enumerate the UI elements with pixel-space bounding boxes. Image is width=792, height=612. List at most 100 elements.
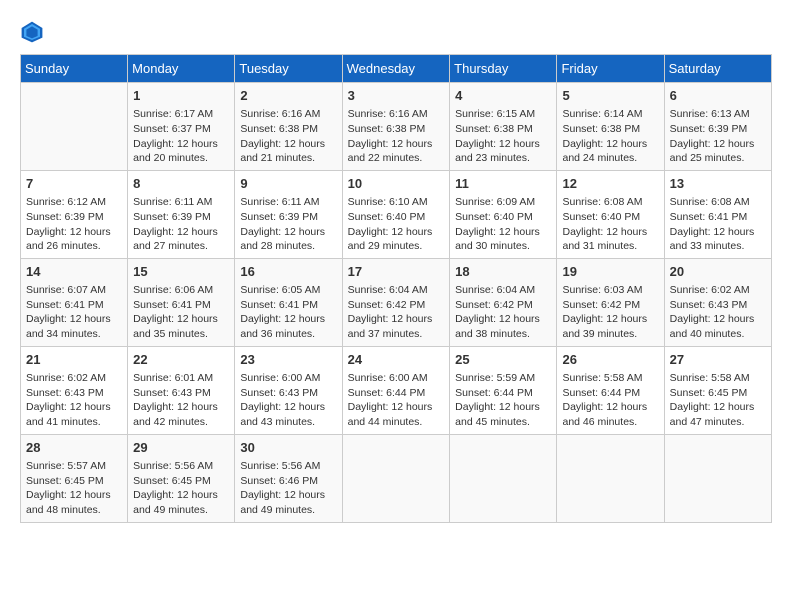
day-info: Sunrise: 6:03 AM Sunset: 6:42 PM Dayligh… bbox=[562, 283, 658, 342]
calendar-body: 1Sunrise: 6:17 AM Sunset: 6:37 PM Daylig… bbox=[21, 83, 772, 523]
day-number: 26 bbox=[562, 351, 658, 369]
day-number: 9 bbox=[240, 175, 336, 193]
calendar-cell: 6 Sunrise: 6:13 AM Sunset: 6:39 PM Daylig… bbox=[664, 83, 771, 171]
day-info: Sunrise: 6:15 AM Sunset: 6:38 PM Dayligh… bbox=[455, 107, 551, 166]
calendar-cell: 24 Sunrise: 6:00 AM Sunset: 6:44 PM Dayli… bbox=[342, 346, 450, 434]
day-info: Sunrise: 6:02 AM Sunset: 6:43 PM Dayligh… bbox=[670, 283, 766, 342]
day-of-week-header: Saturday bbox=[664, 55, 771, 83]
logo-icon bbox=[20, 20, 44, 44]
day-number: 11 bbox=[455, 175, 551, 193]
day-number: 4 bbox=[455, 87, 551, 105]
day-info: Sunrise: 5:59 AM Sunset: 6:44 PM Dayligh… bbox=[455, 371, 551, 430]
day-of-week-header: Thursday bbox=[450, 55, 557, 83]
day-info: Sunrise: 6:16 AM Sunset: 6:38 PM Dayligh… bbox=[240, 107, 336, 166]
day-number: 22 bbox=[133, 351, 229, 369]
calendar-cell: 29 Sunrise: 5:56 AM Sunset: 6:45 PM Dayli… bbox=[128, 434, 235, 522]
calendar-cell: 19Sunrise: 6:03 AM Sunset: 6:42 PM Dayli… bbox=[557, 258, 664, 346]
day-number: 17 bbox=[348, 263, 445, 281]
day-info: Sunrise: 6:13 AM Sunset: 6:39 PM Dayligh… bbox=[670, 107, 766, 166]
day-info: Sunrise: 6:04 AM Sunset: 6:42 PM Dayligh… bbox=[348, 283, 445, 342]
day-info: Sunrise: 6:02 AM Sunset: 6:43 PM Dayligh… bbox=[26, 371, 122, 430]
calendar-cell: 9 Sunrise: 6:11 AM Sunset: 6:39 PM Daylig… bbox=[235, 170, 342, 258]
day-of-week-header: Monday bbox=[128, 55, 235, 83]
calendar-cell: 10 Sunrise: 6:10 AM Sunset: 6:40 PM Dayli… bbox=[342, 170, 450, 258]
day-number: 1 bbox=[133, 87, 229, 105]
calendar-cell: 16 Sunrise: 6:05 AM Sunset: 6:41 PM Dayli… bbox=[235, 258, 342, 346]
day-info: Sunrise: 6:09 AM Sunset: 6:40 PM Dayligh… bbox=[455, 195, 551, 254]
calendar-week-row: 21 Sunrise: 6:02 AM Sunset: 6:43 PM Dayli… bbox=[21, 346, 772, 434]
day-number: 3 bbox=[348, 87, 445, 105]
calendar-header-row: SundayMondayTuesdayWednesdayThursdayFrid… bbox=[21, 55, 772, 83]
day-number: 25 bbox=[455, 351, 551, 369]
calendar-cell: 4 Sunrise: 6:15 AM Sunset: 6:38 PM Daylig… bbox=[450, 83, 557, 171]
calendar-cell: 14 Sunrise: 6:07 AM Sunset: 6:41 PM Dayli… bbox=[21, 258, 128, 346]
day-info: Sunrise: 5:58 AM Sunset: 6:45 PM Dayligh… bbox=[670, 371, 766, 430]
day-info: Sunrise: 6:00 AM Sunset: 6:43 PM Dayligh… bbox=[240, 371, 336, 430]
day-number: 8 bbox=[133, 175, 229, 193]
calendar-cell: 26 Sunrise: 5:58 AM Sunset: 6:44 PM Dayli… bbox=[557, 346, 664, 434]
day-of-week-header: Friday bbox=[557, 55, 664, 83]
day-number: 23 bbox=[240, 351, 336, 369]
day-info: Sunrise: 6:11 AM Sunset: 6:39 PM Dayligh… bbox=[240, 195, 336, 254]
calendar-cell: 20Sunrise: 6:02 AM Sunset: 6:43 PM Dayli… bbox=[664, 258, 771, 346]
calendar-table: SundayMondayTuesdayWednesdayThursdayFrid… bbox=[20, 54, 772, 523]
day-number: 21 bbox=[26, 351, 122, 369]
day-info: Sunrise: 5:58 AM Sunset: 6:44 PM Dayligh… bbox=[562, 371, 658, 430]
calendar-cell bbox=[450, 434, 557, 522]
day-info: Sunrise: 6:04 AM Sunset: 6:42 PM Dayligh… bbox=[455, 283, 551, 342]
day-number: 30 bbox=[240, 439, 336, 457]
day-number: 14 bbox=[26, 263, 122, 281]
day-info: Sunrise: 6:11 AM Sunset: 6:39 PM Dayligh… bbox=[133, 195, 229, 254]
calendar-cell: 25 Sunrise: 5:59 AM Sunset: 6:44 PM Dayli… bbox=[450, 346, 557, 434]
header bbox=[20, 20, 772, 44]
calendar-cell bbox=[342, 434, 450, 522]
day-number: 10 bbox=[348, 175, 445, 193]
calendar-cell: 11 Sunrise: 6:09 AM Sunset: 6:40 PM Dayli… bbox=[450, 170, 557, 258]
day-number: 24 bbox=[348, 351, 445, 369]
day-number: 29 bbox=[133, 439, 229, 457]
day-number: 6 bbox=[670, 87, 766, 105]
day-of-week-header: Wednesday bbox=[342, 55, 450, 83]
calendar-week-row: 28 Sunrise: 5:57 AM Sunset: 6:45 PM Dayli… bbox=[21, 434, 772, 522]
day-number: 13 bbox=[670, 175, 766, 193]
calendar-cell bbox=[664, 434, 771, 522]
day-info: Sunrise: 6:07 AM Sunset: 6:41 PM Dayligh… bbox=[26, 283, 122, 342]
calendar-week-row: 7Sunrise: 6:12 AM Sunset: 6:39 PM Daylig… bbox=[21, 170, 772, 258]
day-number: 12 bbox=[562, 175, 658, 193]
day-info: Sunrise: 6:14 AM Sunset: 6:38 PM Dayligh… bbox=[562, 107, 658, 166]
calendar-cell: 22 Sunrise: 6:01 AM Sunset: 6:43 PM Dayli… bbox=[128, 346, 235, 434]
calendar-cell: 3Sunrise: 6:16 AM Sunset: 6:38 PM Daylig… bbox=[342, 83, 450, 171]
day-number: 16 bbox=[240, 263, 336, 281]
calendar-cell: 23 Sunrise: 6:00 AM Sunset: 6:43 PM Dayli… bbox=[235, 346, 342, 434]
calendar-cell: 7Sunrise: 6:12 AM Sunset: 6:39 PM Daylig… bbox=[21, 170, 128, 258]
day-number: 5 bbox=[562, 87, 658, 105]
day-info: Sunrise: 5:56 AM Sunset: 6:45 PM Dayligh… bbox=[133, 459, 229, 518]
calendar-cell: 2 Sunrise: 6:16 AM Sunset: 6:38 PM Daylig… bbox=[235, 83, 342, 171]
day-info: Sunrise: 5:57 AM Sunset: 6:45 PM Dayligh… bbox=[26, 459, 122, 518]
calendar-cell: 1Sunrise: 6:17 AM Sunset: 6:37 PM Daylig… bbox=[128, 83, 235, 171]
day-info: Sunrise: 6:10 AM Sunset: 6:40 PM Dayligh… bbox=[348, 195, 445, 254]
calendar-cell: 12 Sunrise: 6:08 AM Sunset: 6:40 PM Dayli… bbox=[557, 170, 664, 258]
day-info: Sunrise: 6:08 AM Sunset: 6:40 PM Dayligh… bbox=[562, 195, 658, 254]
calendar-cell: 17 Sunrise: 6:04 AM Sunset: 6:42 PM Dayli… bbox=[342, 258, 450, 346]
day-info: Sunrise: 6:01 AM Sunset: 6:43 PM Dayligh… bbox=[133, 371, 229, 430]
calendar-cell bbox=[21, 83, 128, 171]
calendar-cell: 13 Sunrise: 6:08 AM Sunset: 6:41 PM Dayli… bbox=[664, 170, 771, 258]
day-number: 28 bbox=[26, 439, 122, 457]
logo bbox=[20, 20, 48, 44]
calendar-cell bbox=[557, 434, 664, 522]
calendar-cell: 18Sunrise: 6:04 AM Sunset: 6:42 PM Dayli… bbox=[450, 258, 557, 346]
day-info: Sunrise: 6:05 AM Sunset: 6:41 PM Dayligh… bbox=[240, 283, 336, 342]
day-number: 2 bbox=[240, 87, 336, 105]
day-info: Sunrise: 6:08 AM Sunset: 6:41 PM Dayligh… bbox=[670, 195, 766, 254]
day-info: Sunrise: 6:00 AM Sunset: 6:44 PM Dayligh… bbox=[348, 371, 445, 430]
day-of-week-header: Sunday bbox=[21, 55, 128, 83]
day-number: 15 bbox=[133, 263, 229, 281]
calendar-cell: 21 Sunrise: 6:02 AM Sunset: 6:43 PM Dayli… bbox=[21, 346, 128, 434]
day-info: Sunrise: 6:06 AM Sunset: 6:41 PM Dayligh… bbox=[133, 283, 229, 342]
calendar-cell: 8 Sunrise: 6:11 AM Sunset: 6:39 PM Daylig… bbox=[128, 170, 235, 258]
day-number: 7 bbox=[26, 175, 122, 193]
day-info: Sunrise: 5:56 AM Sunset: 6:46 PM Dayligh… bbox=[240, 459, 336, 518]
calendar-cell: 5 Sunrise: 6:14 AM Sunset: 6:38 PM Daylig… bbox=[557, 83, 664, 171]
day-of-week-header: Tuesday bbox=[235, 55, 342, 83]
